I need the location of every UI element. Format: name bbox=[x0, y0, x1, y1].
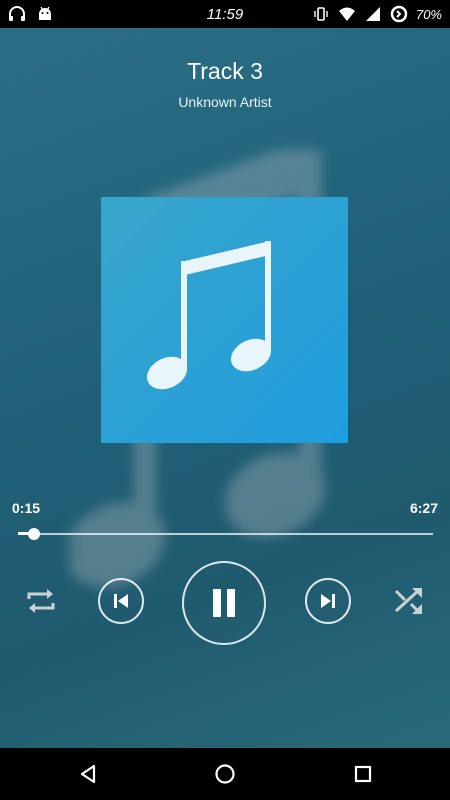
home-icon bbox=[215, 764, 235, 784]
back-icon bbox=[80, 764, 96, 784]
skip-previous-icon bbox=[114, 594, 128, 608]
android-icon bbox=[36, 5, 54, 23]
previous-button[interactable] bbox=[98, 578, 144, 624]
signal-icon bbox=[364, 5, 382, 23]
headphones-icon bbox=[8, 5, 26, 23]
next-button[interactable] bbox=[305, 578, 351, 624]
vibrate-icon bbox=[312, 5, 330, 23]
play-pause-button[interactable] bbox=[182, 561, 266, 645]
track-title: Track 3 bbox=[187, 58, 263, 84]
recents-button[interactable] bbox=[351, 762, 375, 786]
total-time: 6:27 bbox=[409, 500, 438, 516]
shuffle-button[interactable] bbox=[390, 582, 428, 620]
seek-track bbox=[18, 533, 433, 535]
status-bar: 11:59 70% bbox=[0, 0, 450, 28]
back-button[interactable] bbox=[76, 762, 100, 786]
data-saver-icon bbox=[390, 5, 408, 23]
album-art bbox=[101, 197, 348, 443]
battery-percent: 70% bbox=[415, 6, 442, 22]
repeat-button[interactable] bbox=[22, 582, 60, 620]
status-left-icons bbox=[0, 5, 54, 23]
music-note-icon bbox=[146, 241, 272, 390]
recents-icon bbox=[354, 765, 372, 783]
status-right-icons: 70% bbox=[312, 5, 450, 23]
pause-icon bbox=[213, 589, 235, 617]
track-artist: Unknown Artist bbox=[178, 94, 272, 110]
repeat-icon bbox=[27, 589, 55, 613]
shuffle-icon bbox=[394, 588, 422, 614]
navigation-bar bbox=[0, 748, 450, 800]
home-button[interactable] bbox=[213, 762, 237, 786]
wifi-icon bbox=[338, 5, 356, 23]
current-time: 0:15 bbox=[12, 500, 41, 516]
playback-controls bbox=[0, 560, 450, 645]
seek-bar[interactable] bbox=[18, 528, 433, 540]
seek-thumb[interactable] bbox=[28, 528, 41, 540]
skip-next-icon bbox=[321, 594, 335, 608]
